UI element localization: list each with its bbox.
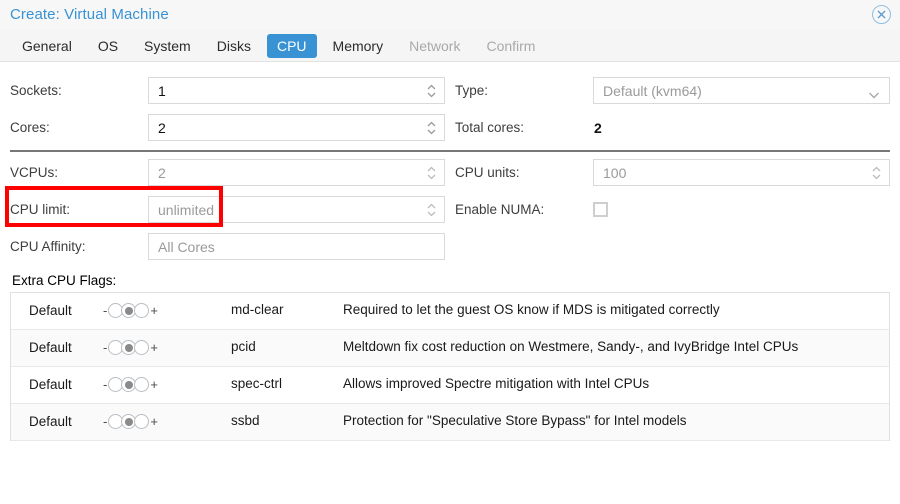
cpu-affinity-label: CPU Affinity: — [10, 239, 148, 254]
enable-numa-label: Enable NUMA: — [455, 202, 593, 217]
table-row: Default - + spec-ctrl Allows improved Sp… — [11, 367, 889, 404]
form-top-section: Sockets: 1 Cores: 2 — [10, 72, 890, 146]
flag-name: pcid — [231, 330, 343, 354]
extra-cpu-flags-table: Default - + md-clear Required to let the… — [10, 292, 890, 441]
cpu-limit-stepper[interactable] — [426, 201, 437, 218]
sockets-label: Sockets: — [10, 83, 148, 98]
window-titlebar: Create: Virtual Machine — [0, 0, 900, 30]
flag-tristate-control[interactable]: - + — [101, 404, 231, 429]
flag-description: Meltdown fix cost reduction on Westmere,… — [343, 330, 889, 363]
type-value: Default (kvm64) — [594, 83, 702, 99]
flag-tristate-control[interactable]: - + — [101, 330, 231, 355]
close-icon[interactable] — [872, 5, 891, 24]
vcpus-value: 2 — [149, 165, 166, 181]
flag-state-label: Default — [11, 404, 101, 429]
flag-option-on[interactable] — [134, 340, 149, 355]
cpu-affinity-input[interactable]: All Cores — [148, 233, 445, 260]
cores-field: Cores: 2 — [10, 109, 445, 146]
tab-system[interactable]: System — [134, 34, 201, 58]
table-row: Default - + md-clear Required to let the… — [11, 293, 889, 330]
total-cores-label: Total cores: — [455, 120, 593, 135]
tab-general[interactable]: General — [12, 34, 82, 58]
flag-name: md-clear — [231, 293, 343, 317]
flag-name: spec-ctrl — [231, 367, 343, 391]
section-divider — [10, 150, 890, 152]
plus-sign: + — [148, 304, 160, 317]
cpu-settings-form: Sockets: 1 Cores: 2 — [0, 62, 900, 441]
cpu-units-value: 100 — [594, 165, 626, 181]
flag-option-on[interactable] — [134, 303, 149, 318]
tab-bar: General OS System Disks CPU Memory Netwo… — [0, 30, 900, 62]
flag-state-label: Default — [11, 330, 101, 355]
cpu-units-label: CPU units: — [455, 165, 593, 180]
form-column-right-2: CPU units: 100 Enable NUMA: — [455, 154, 890, 265]
cpu-units-input[interactable]: 100 — [593, 159, 890, 186]
cpu-limit-value: unlimited — [149, 202, 214, 218]
form-column-left-2: VCPUs: 2 CPU limit: unlimited — [10, 154, 445, 265]
flag-name: ssbd — [231, 404, 343, 428]
cpu-units-stepper[interactable] — [871, 164, 882, 181]
total-cores-field: Total cores: 2 — [455, 109, 890, 146]
sockets-field: Sockets: 1 — [10, 72, 445, 109]
cores-value: 2 — [149, 120, 166, 136]
flag-description: Required to let the guest OS know if MDS… — [343, 293, 889, 326]
flag-option-on[interactable] — [134, 377, 149, 392]
flag-state-label: Default — [11, 367, 101, 392]
total-cores-value: 2 — [593, 120, 602, 136]
chevron-down-icon[interactable] — [868, 87, 880, 95]
sockets-value: 1 — [149, 83, 166, 99]
table-row: Default - + pcid Meltdown fix cost reduc… — [11, 330, 889, 367]
tab-cpu[interactable]: CPU — [267, 34, 317, 58]
sockets-input[interactable]: 1 — [148, 77, 445, 104]
cpu-affinity-value: All Cores — [149, 239, 215, 255]
plus-sign: + — [148, 415, 160, 428]
form-bottom-section: VCPUs: 2 CPU limit: unlimited — [10, 154, 890, 265]
plus-sign: + — [148, 341, 160, 354]
type-select[interactable]: Default (kvm64) — [593, 77, 890, 104]
flag-tristate-control[interactable]: - + — [101, 367, 231, 392]
sockets-stepper[interactable] — [426, 82, 437, 99]
tab-memory[interactable]: Memory — [323, 34, 394, 58]
cores-input[interactable]: 2 — [148, 114, 445, 141]
cpu-units-field: CPU units: 100 — [455, 154, 890, 191]
flag-description: Protection for "Speculative Store Bypass… — [343, 404, 889, 437]
cpu-affinity-field: CPU Affinity: All Cores — [10, 228, 445, 265]
form-column-right: Type: Default (kvm64) Total cores: 2 — [455, 72, 890, 146]
flag-description: Allows improved Spectre mitigation with … — [343, 367, 889, 400]
table-row: Default - + ssbd Protection for "Specula… — [11, 404, 889, 441]
tab-os[interactable]: OS — [88, 34, 128, 58]
enable-numa-field: Enable NUMA: — [455, 191, 890, 228]
type-field: Type: Default (kvm64) — [455, 72, 890, 109]
vcpus-label: VCPUs: — [10, 165, 148, 180]
tab-disks[interactable]: Disks — [207, 34, 261, 58]
cpu-limit-label: CPU limit: — [10, 202, 148, 217]
flag-option-on[interactable] — [134, 414, 149, 429]
vcpus-field: VCPUs: 2 — [10, 154, 445, 191]
cpu-limit-field: CPU limit: unlimited — [10, 191, 445, 228]
vcpus-stepper[interactable] — [426, 164, 437, 181]
enable-numa-checkbox[interactable] — [593, 202, 608, 217]
extra-cpu-flags-label: Extra CPU Flags: — [10, 265, 890, 292]
plus-sign: + — [148, 378, 160, 391]
window-title: Create: Virtual Machine — [10, 6, 169, 23]
tab-network: Network — [399, 34, 470, 58]
vcpus-input[interactable]: 2 — [148, 159, 445, 186]
flag-tristate-control[interactable]: - + — [101, 293, 231, 318]
flag-state-label: Default — [11, 293, 101, 318]
form-column-left: Sockets: 1 Cores: 2 — [10, 72, 445, 146]
cores-stepper[interactable] — [426, 119, 437, 136]
cpu-limit-input[interactable]: unlimited — [148, 196, 445, 223]
type-label: Type: — [455, 83, 593, 98]
cores-label: Cores: — [10, 120, 148, 135]
tab-confirm: Confirm — [476, 34, 545, 58]
